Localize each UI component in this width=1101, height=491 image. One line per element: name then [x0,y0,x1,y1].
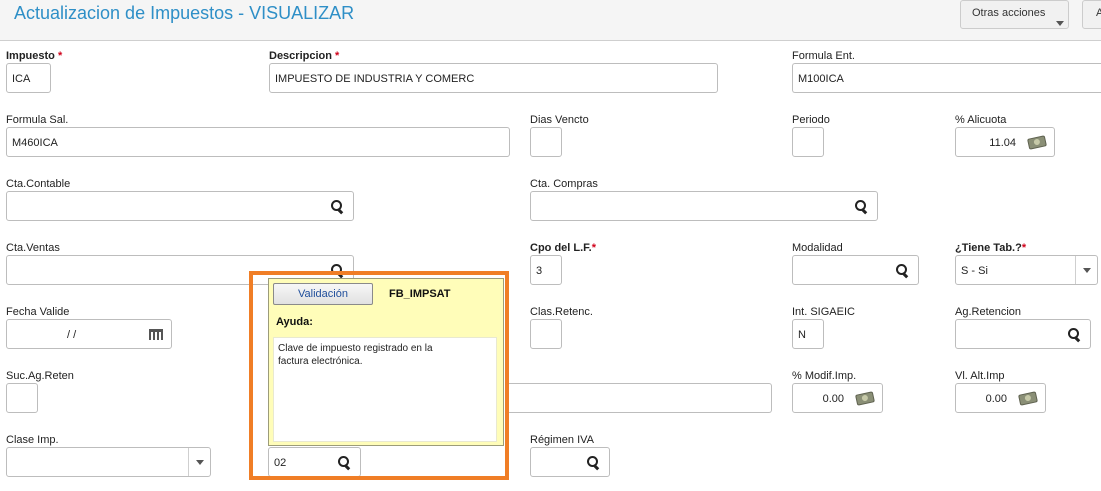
clase-imp-label: Clase Imp. [6,434,59,446]
tiene-tab-value: S - Si [961,265,988,277]
formula-sal-label: Formula Sal. [6,114,69,126]
suc-ag-reten-input[interactable] [6,383,38,413]
clase-imp-select[interactable] [6,447,211,477]
descripcion-input[interactable]: IMPUESTO DE INDUSTRIA Y COMERC [269,63,718,93]
money-icon[interactable] [1018,391,1038,406]
regimen-iva-label: Régimen IVA [530,434,594,446]
highlight-frame [249,271,509,480]
formula-ent-label: Formula Ent. [792,50,855,62]
int-sigaeic-label: Int. SIGAEIC [792,306,855,318]
cta-contable-input[interactable] [6,191,354,221]
cta-compras-label: Cta. Compras [530,178,598,190]
cta-ventas-label: Cta.Ventas [6,242,60,254]
fecha-valide-label: Fecha Valide [6,306,70,318]
search-icon[interactable] [587,456,600,469]
alicuota-value: 11.04 [989,137,1016,149]
edge-action-button[interactable]: A [1082,0,1101,29]
chevron-down-icon[interactable] [188,448,210,476]
impuesto-label: Impuesto * [6,50,63,62]
other-actions-label: Otras acciones [972,7,1046,19]
modalidad-input[interactable] [792,255,919,285]
page-header: Actualizacion de Impuestos - VISUALIZAR … [0,0,1101,41]
clas-retenc-label: Clas.Retenc. [530,306,593,318]
cpo-lf-input[interactable]: 3 [530,255,562,285]
dias-vencto-input[interactable] [530,127,562,157]
alicuota-label: % Alicuota [955,114,1007,126]
modif-imp-label: % Modif.Imp. [792,370,857,382]
search-icon[interactable] [855,200,868,213]
tiene-tab-select[interactable]: S - Si [955,255,1098,285]
money-icon[interactable] [1027,135,1047,150]
alicuota-input[interactable]: 11.04 [955,127,1055,157]
tiene-tab-label: ¿Tiene Tab.?* [955,242,1027,254]
search-icon[interactable] [331,200,344,213]
money-icon[interactable] [855,391,875,406]
int-sigaeic-input[interactable]: N [792,319,824,349]
modalidad-label: Modalidad [792,242,843,254]
ag-retencion-input[interactable] [955,319,1091,349]
hidden-field-input[interactable] [505,383,772,413]
search-icon[interactable] [1068,328,1081,341]
fecha-valide-input[interactable]: / / [6,319,172,349]
vl-alt-imp-label: Vl. Alt.Imp [955,370,1005,382]
suc-ag-reten-label: Suc.Ag.Reten [6,370,74,382]
periodo-input[interactable] [792,127,824,157]
regimen-iva-input[interactable] [530,447,610,477]
ag-retencion-label: Ag.Retencion [955,306,1022,318]
impuesto-input[interactable]: ICA [6,63,51,93]
cpo-lf-label: Cpo del L.F.* [530,242,597,254]
cta-contable-label: Cta.Contable [6,178,71,190]
cta-compras-input[interactable] [530,191,878,221]
calendar-icon[interactable] [149,329,163,340]
modif-imp-value: 0.00 [822,393,844,405]
formula-sal-input[interactable]: M460ICA [6,127,510,157]
clas-retenc-input[interactable] [530,319,562,349]
chevron-down-icon[interactable] [1075,256,1097,284]
formula-ent-input[interactable]: M100ICA [792,63,1101,93]
page-title: Actualizacion de Impuestos - VISUALIZAR [14,3,355,23]
dias-vencto-label: Dias Vencto [530,114,589,126]
descripcion-label: Descripcion * [269,50,340,62]
chevron-down-icon [1056,21,1064,26]
vl-alt-imp-input[interactable]: 0.00 [955,383,1046,413]
other-actions-button[interactable]: Otras acciones [960,0,1069,29]
search-icon[interactable] [896,264,909,277]
fecha-valide-value: / / [67,329,77,341]
periodo-label: Periodo [792,114,830,126]
modif-imp-input[interactable]: 0.00 [792,383,883,413]
vl-alt-imp-value: 0.00 [985,393,1007,405]
